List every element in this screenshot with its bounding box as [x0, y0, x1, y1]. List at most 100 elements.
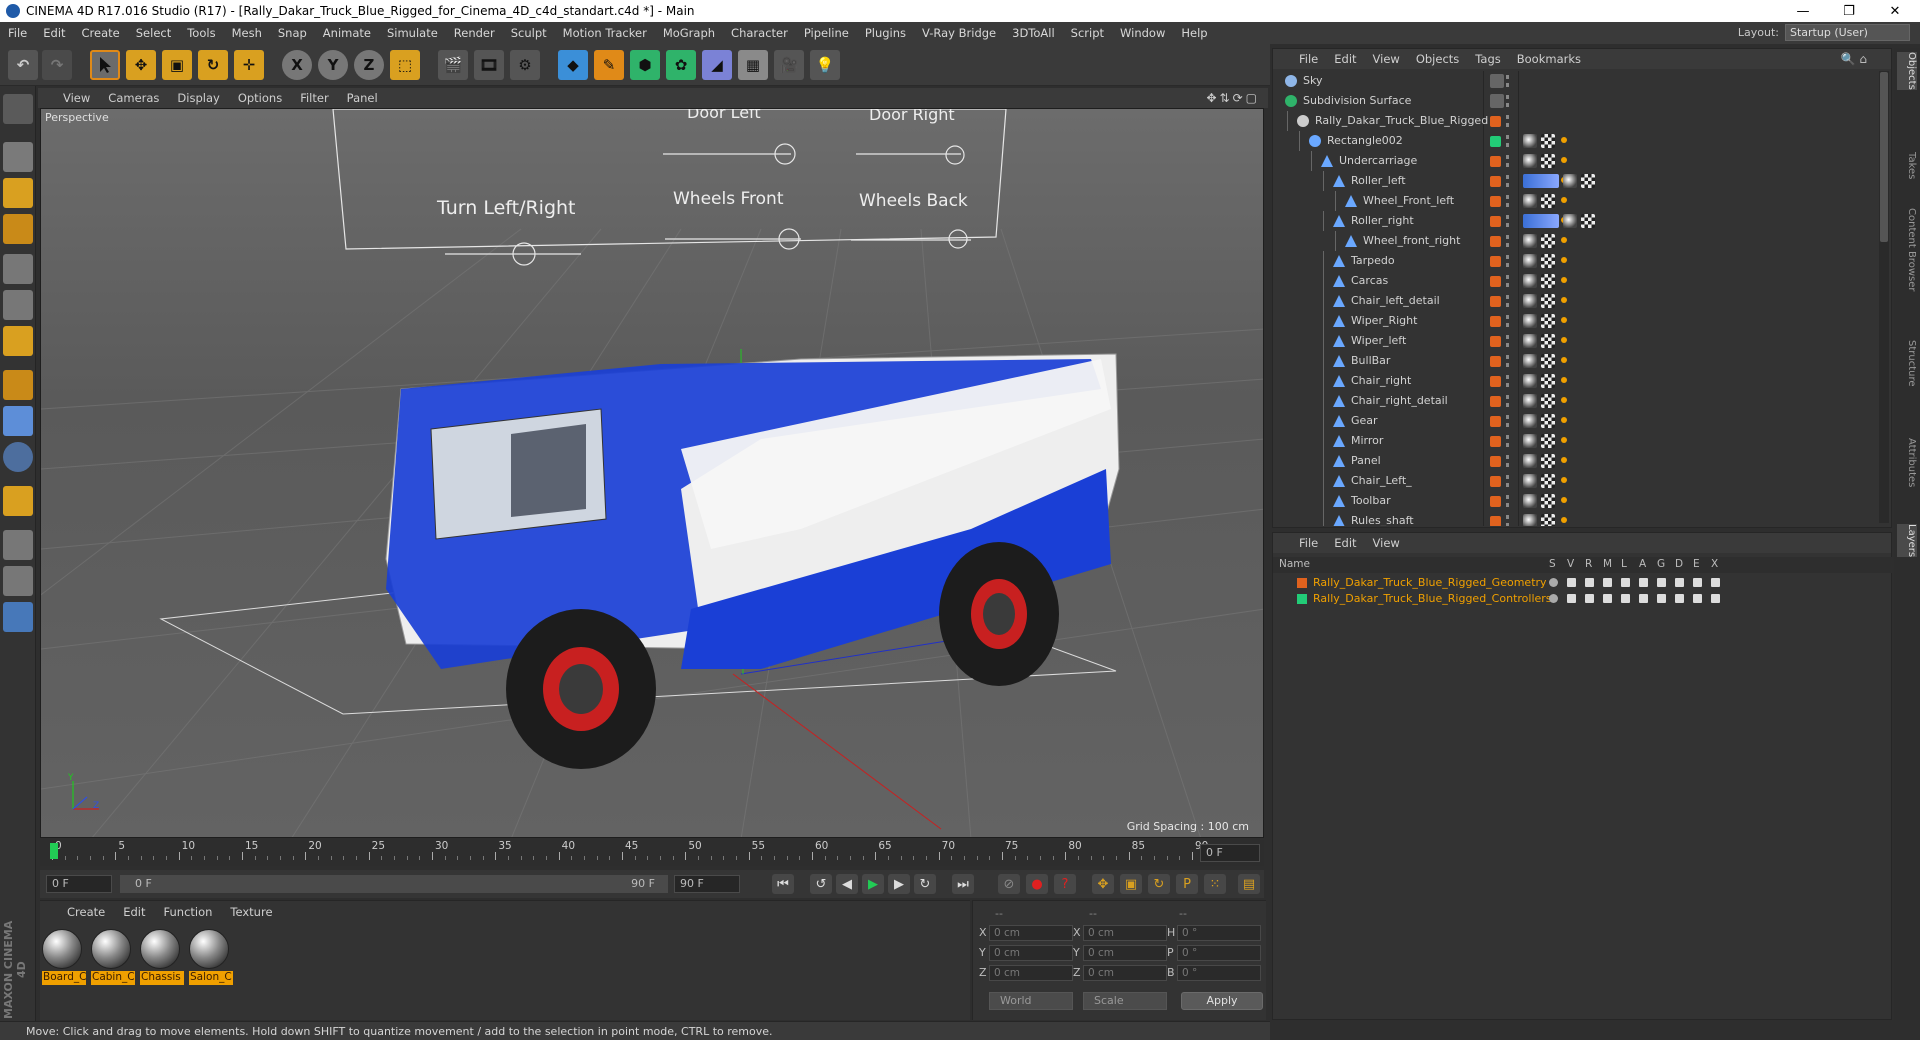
viewport-camera-label[interactable]: Perspective	[45, 111, 109, 124]
layer-flag-x-icon[interactable]	[1711, 578, 1720, 587]
menu-snap[interactable]: Snap	[270, 26, 315, 40]
visibility-dots-icon[interactable]	[1506, 155, 1509, 167]
visibility-dots-icon[interactable]	[1506, 275, 1509, 287]
mograph-cloner-icon[interactable]: ✿	[666, 50, 696, 80]
layout-dropdown[interactable]: Startup (User)	[1785, 24, 1910, 41]
perspective-viewport[interactable]: Perspective Door Left Door Right Turn Le…	[40, 108, 1264, 838]
layer-color-dot[interactable]	[1490, 496, 1501, 507]
visibility-dots-icon[interactable]	[1506, 255, 1509, 267]
menu-pipeline[interactable]: Pipeline	[796, 26, 857, 40]
visibility-dots-icon[interactable]	[1506, 495, 1509, 507]
object-name[interactable]: Chair_Left_	[1351, 474, 1412, 487]
quantize-icon[interactable]	[3, 486, 33, 516]
coord-size-field[interactable]: 0 cm	[1083, 965, 1167, 981]
object-menu-objects[interactable]: Objects	[1408, 52, 1467, 66]
object-name[interactable]: Undercarriage	[1339, 154, 1417, 167]
axis-mode-icon[interactable]	[3, 370, 33, 400]
layer-flag-g-icon[interactable]	[1657, 578, 1666, 587]
material-swatch[interactable]: Cabin_C	[91, 929, 135, 985]
live-selection-icon[interactable]: ✛	[234, 50, 264, 80]
selection-tag-icon[interactable]	[1561, 297, 1567, 303]
goto-start-icon[interactable]: ⏮	[772, 874, 794, 894]
texture-tag-icon[interactable]	[1523, 254, 1537, 268]
object-row[interactable]: Wheel_front_right	[1273, 231, 1873, 251]
object-row[interactable]: Carcas	[1273, 271, 1873, 291]
layer-color-dot[interactable]	[1490, 456, 1501, 467]
object-scrollbar-thumb[interactable]	[1880, 72, 1888, 242]
material-menu-texture[interactable]: Texture	[221, 905, 281, 919]
redo-icon[interactable]: ↷	[42, 50, 72, 80]
layer-color-dot[interactable]	[1490, 296, 1501, 307]
texture-tag-icon[interactable]	[1563, 174, 1577, 188]
coord-rotation-field[interactable]: 0 °	[1177, 965, 1261, 981]
object-menu-view[interactable]: View	[1365, 52, 1408, 66]
selection-tag-icon[interactable]	[1561, 197, 1567, 203]
coord-rotation-field[interactable]: 0 °	[1177, 925, 1261, 941]
object-row[interactable]: BullBar	[1273, 351, 1873, 371]
layer-flag-x-icon[interactable]	[1711, 594, 1720, 603]
key-position-icon[interactable]: ✥	[1092, 874, 1114, 894]
right-tab-takes[interactable]: Takes	[1897, 152, 1917, 179]
checker-tag-icon[interactable]	[1541, 474, 1555, 488]
layer-color-dot[interactable]	[1490, 176, 1501, 187]
object-name[interactable]: Carcas	[1351, 274, 1388, 287]
selection-tag-icon[interactable]	[1561, 337, 1567, 343]
deformer-icon[interactable]: ◢	[702, 50, 732, 80]
selection-tag-icon[interactable]	[1561, 457, 1567, 463]
checker-tag-icon[interactable]	[1541, 434, 1555, 448]
floor-environment-icon[interactable]: ▦	[738, 50, 768, 80]
viewport-menu-filter[interactable]: Filter	[291, 91, 337, 105]
render-settings-icon[interactable]: ⚙	[510, 50, 540, 80]
visibility-dots-icon[interactable]	[1506, 395, 1509, 407]
menu-window[interactable]: Window	[1112, 26, 1173, 40]
object-row[interactable]: Rules_shaft	[1273, 511, 1873, 526]
layer-color-dot[interactable]	[1490, 516, 1501, 526]
layer-flag-s-icon[interactable]	[1549, 594, 1558, 603]
coord-size-field[interactable]: 0 cm	[1083, 925, 1167, 941]
checker-tag-icon[interactable]	[1541, 234, 1555, 248]
object-row[interactable]: Toolbar	[1273, 491, 1873, 511]
texture-tag-icon[interactable]	[1523, 354, 1537, 368]
right-tab-attributes[interactable]: Attributes	[1897, 438, 1917, 487]
object-name[interactable]: Sky	[1303, 74, 1322, 87]
checker-tag-icon[interactable]	[1541, 394, 1555, 408]
workplane-lock-icon[interactable]	[3, 530, 33, 560]
object-menu-bookmarks[interactable]: Bookmarks	[1509, 52, 1589, 66]
x-axis-lock-button[interactable]: X	[282, 50, 312, 80]
object-name[interactable]: Wiper_Right	[1351, 314, 1417, 327]
layer-flag-s-icon[interactable]	[1549, 578, 1558, 587]
object-name[interactable]: Mirror	[1351, 434, 1383, 447]
object-row[interactable]: Sky	[1273, 71, 1873, 91]
menu-character[interactable]: Character	[723, 26, 796, 40]
material-swatch[interactable]: Salon_C	[189, 929, 233, 985]
coord-position-field[interactable]: 0 cm	[989, 965, 1073, 981]
object-row[interactable]: Panel	[1273, 451, 1873, 471]
tweak-mode-icon[interactable]	[3, 406, 33, 436]
menu-sculpt[interactable]: Sculpt	[503, 26, 555, 40]
texture-tag-icon[interactable]	[1523, 474, 1537, 488]
object-name[interactable]: Tarpedo	[1351, 254, 1395, 267]
timeline-window-icon[interactable]: ▤	[1238, 874, 1260, 894]
move-tool-icon[interactable]: ✥	[126, 50, 156, 80]
material-menu-create[interactable]: Create	[58, 905, 114, 919]
layer-menu-edit[interactable]: Edit	[1326, 536, 1364, 550]
visibility-dots-icon[interactable]	[1506, 135, 1509, 147]
key-scale-icon[interactable]: ▣	[1120, 874, 1142, 894]
material-swatch[interactable]: Board_C	[42, 929, 86, 985]
object-row[interactable]: Mirror	[1273, 431, 1873, 451]
coord-size-field[interactable]: 0 cm	[1083, 945, 1167, 961]
viewport-menu-panel[interactable]: Panel	[338, 91, 387, 105]
visibility-dots-icon[interactable]	[1506, 235, 1509, 247]
visibility-dots-icon[interactable]	[1506, 515, 1509, 526]
light-icon[interactable]: 💡	[810, 50, 840, 80]
layer-color-dot[interactable]	[1490, 136, 1501, 147]
layer-flag-l-icon[interactable]	[1621, 594, 1630, 603]
start-frame-field[interactable]: 0 F	[46, 875, 112, 893]
visibility-dots-icon[interactable]	[1506, 295, 1509, 307]
grid-snap-icon[interactable]	[3, 566, 33, 596]
layer-color-swatch[interactable]	[1297, 594, 1307, 604]
visibility-dots-icon[interactable]	[1506, 435, 1509, 447]
polygons-mode-icon[interactable]	[3, 326, 33, 356]
layer-color-dot[interactable]	[1490, 236, 1501, 247]
layer-flag-a-icon[interactable]	[1639, 578, 1648, 587]
